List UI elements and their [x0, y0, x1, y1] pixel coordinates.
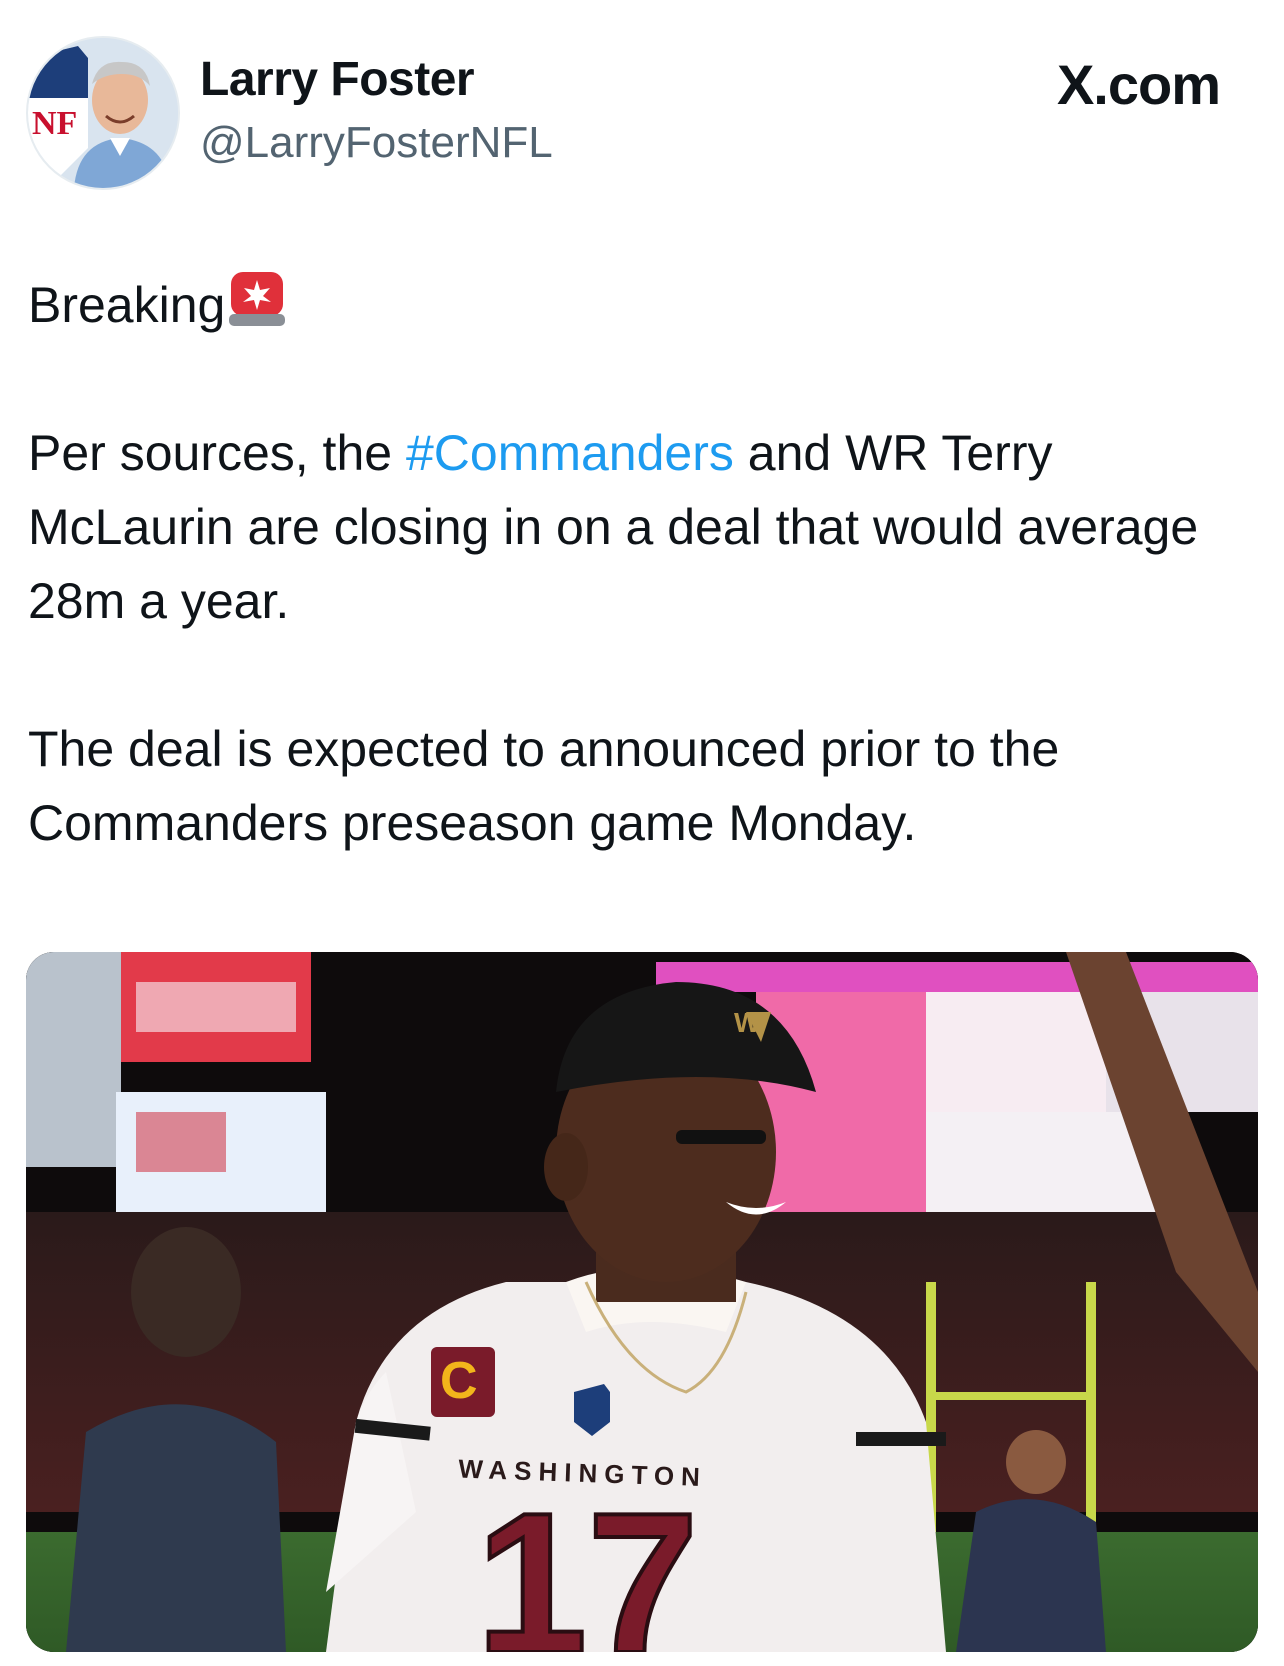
- tweet-body: Breaking Per sources, the #Commanders an…: [28, 268, 1248, 860]
- hashtag-commanders-link[interactable]: #Commanders: [406, 425, 734, 481]
- breaking-text: Breaking: [28, 277, 226, 333]
- paragraph-2: The deal is expected to announced prior …: [28, 721, 1060, 851]
- rotating-light-emoji-icon: [229, 270, 286, 328]
- paragraph-1-text-a: Per sources, the: [28, 425, 406, 481]
- author-handle[interactable]: @LarryFosterNFL: [200, 118, 553, 168]
- tweet-header: NF Larry Foster @LarryFosterNFL X.com: [0, 0, 1284, 220]
- captain-patch-letter: C: [440, 1352, 478, 1410]
- jersey-number: 17: [476, 1472, 698, 1652]
- tweet-media-photo[interactable]: W C WASHINGTON 17: [26, 952, 1258, 1652]
- paragraph-1: Per sources, the #Commanders and WR Terr…: [28, 416, 1248, 638]
- source-label: X.com: [1056, 53, 1221, 116]
- headwear-logo: W: [734, 1007, 761, 1038]
- author-display-name[interactable]: Larry Foster: [200, 52, 475, 107]
- breaking-line: Breaking: [28, 268, 1248, 342]
- svg-text:NF: NF: [32, 105, 77, 142]
- profile-avatar-icon[interactable]: NF: [26, 36, 180, 190]
